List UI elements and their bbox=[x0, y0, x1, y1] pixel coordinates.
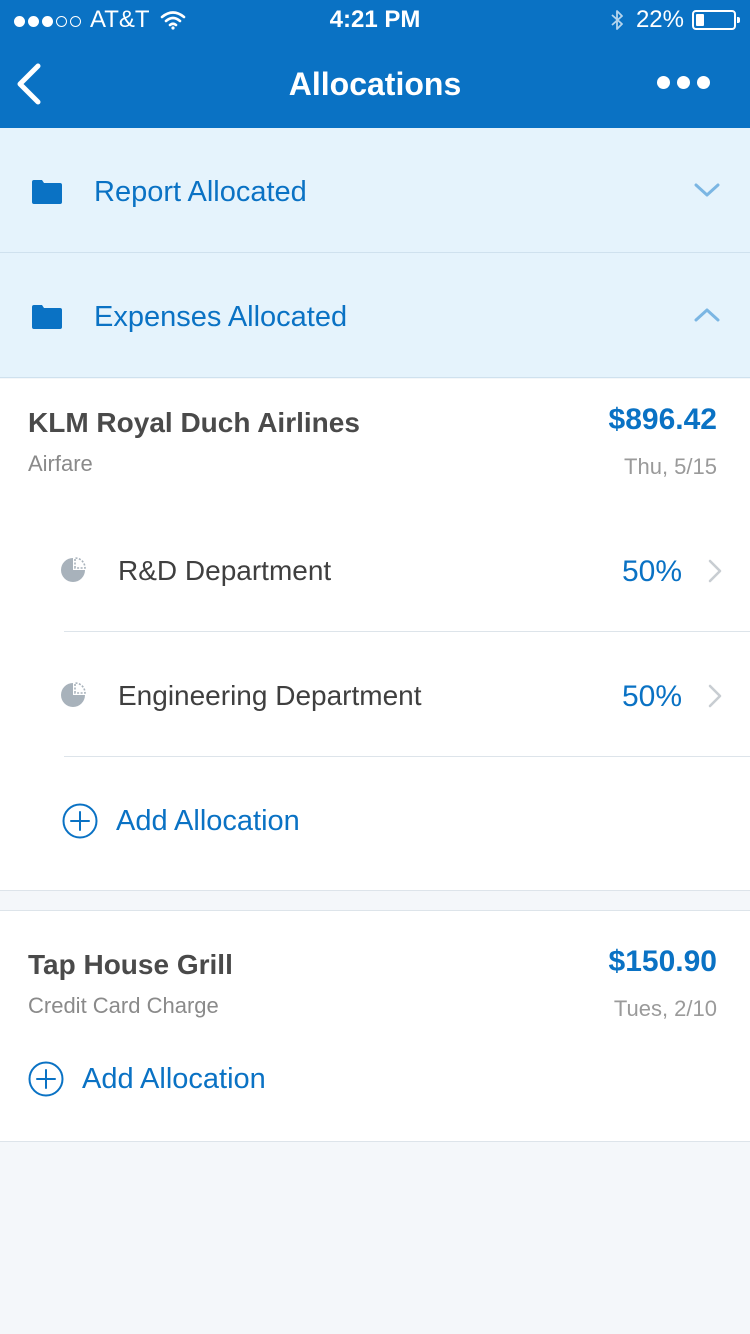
row-divider bbox=[64, 756, 750, 757]
chevron-right-icon bbox=[708, 684, 722, 708]
expense-card: Tap House Grill Credit Card Charge $150.… bbox=[0, 910, 750, 1142]
expense-date: Tues, 2/10 bbox=[613, 996, 717, 1021]
add-allocation-label: Add Allocation bbox=[82, 1062, 266, 1095]
section-label: Expenses Allocated bbox=[94, 301, 348, 333]
pie-chart-icon bbox=[61, 682, 86, 707]
expense-amount: $150.90 bbox=[608, 945, 717, 978]
chevron-right-icon bbox=[708, 559, 722, 583]
expense-merchant: KLM Royal Duch Airlines bbox=[28, 407, 360, 438]
expense-category: Airfare bbox=[28, 451, 93, 476]
add-allocation-label: Add Allocation bbox=[116, 804, 300, 837]
add-allocation-button[interactable]: Add Allocation bbox=[28, 1061, 266, 1097]
chevron-down-icon bbox=[694, 183, 720, 197]
chevron-up-icon bbox=[694, 308, 720, 322]
allocation-row[interactable]: R&D Department 50% bbox=[61, 507, 750, 632]
expense-category: Credit Card Charge bbox=[28, 993, 219, 1018]
add-allocation-button[interactable]: Add Allocation bbox=[62, 803, 300, 839]
nav-bar: Allocations bbox=[0, 40, 750, 128]
page-title: Allocations bbox=[288, 66, 462, 102]
folder-icon bbox=[32, 180, 62, 204]
section-expenses-allocated[interactable]: Expenses Allocated bbox=[0, 253, 750, 378]
pie-chart-icon bbox=[61, 557, 86, 582]
folder-icon bbox=[32, 305, 62, 329]
plus-circle-icon bbox=[28, 1061, 64, 1097]
more-dots-icon[interactable] bbox=[650, 76, 710, 89]
expense-date: Thu, 5/15 bbox=[624, 454, 717, 479]
expense-merchant: Tap House Grill bbox=[28, 949, 233, 980]
expense-amount: $896.42 bbox=[608, 403, 717, 436]
allocation-percent: 50% bbox=[621, 680, 682, 713]
allocation-department: Engineering Department bbox=[118, 680, 422, 711]
allocation-percent: 50% bbox=[621, 555, 682, 588]
battery-icon bbox=[692, 10, 740, 30]
section-label: Report Allocated bbox=[94, 176, 307, 208]
plus-circle-icon bbox=[62, 803, 98, 839]
battery-percent: 22% bbox=[635, 6, 684, 33]
bluetooth-icon bbox=[611, 10, 623, 30]
section-report-allocated[interactable]: Report Allocated bbox=[0, 128, 750, 253]
status-bar: AT&T 4:21 PM 22% bbox=[0, 0, 750, 40]
allocation-row[interactable]: Engineering Department 50% bbox=[61, 632, 750, 757]
allocation-department: R&D Department bbox=[118, 555, 332, 586]
expense-card: KLM Royal Duch Airlines Airfare $896.42 … bbox=[0, 379, 750, 891]
